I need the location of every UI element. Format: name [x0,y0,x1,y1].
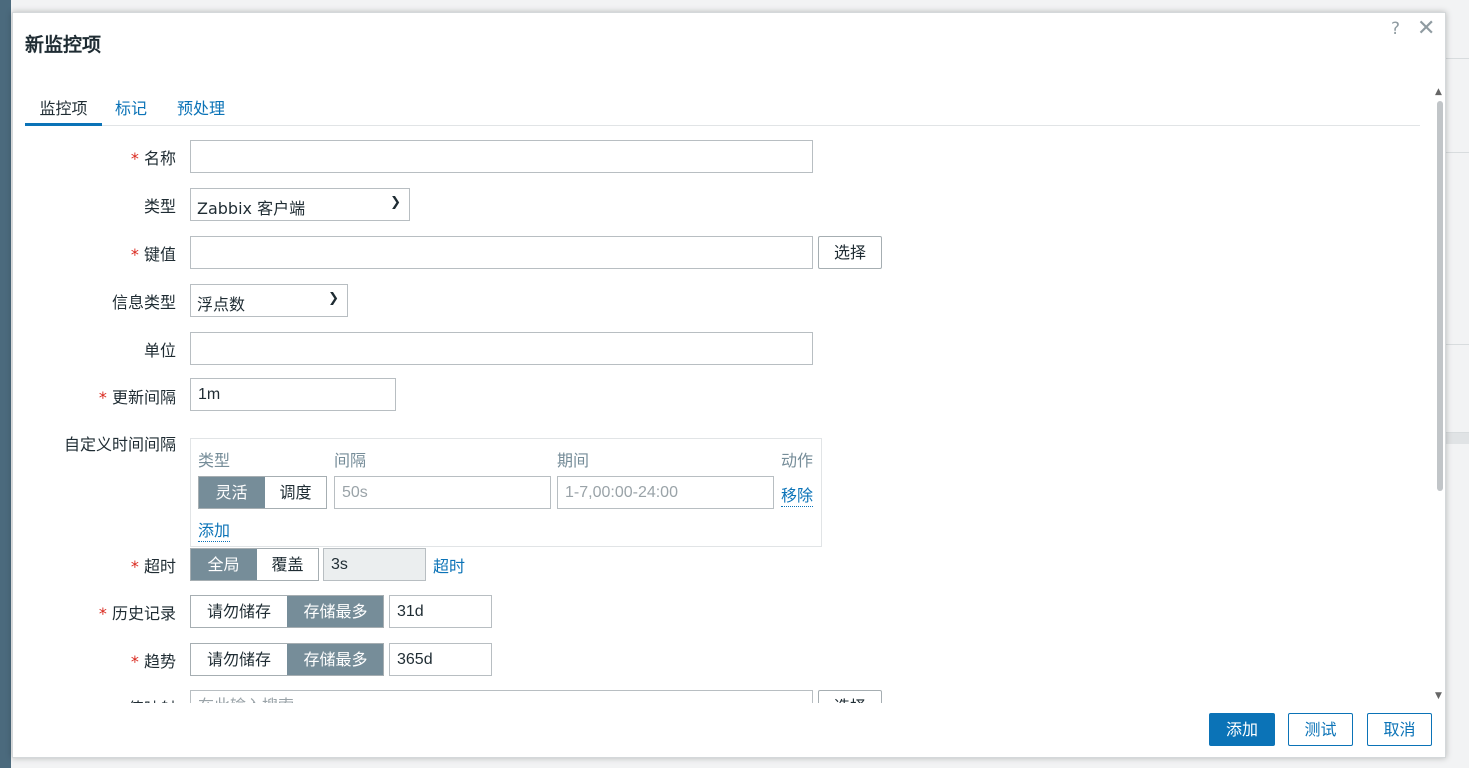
dialog-title: 新监控项 [25,34,102,56]
value-map-select-button[interactable]: 选择 [818,690,882,703]
key-select-button[interactable]: 选择 [818,236,882,269]
timeout-input [323,548,426,581]
trends-toggle: 请勿储存 存储最多 [190,643,384,676]
background-divider [1446,432,1469,444]
cancel-button[interactable]: 取消 [1367,713,1432,746]
tab-tags[interactable]: 标记 [115,93,147,126]
type-label: 类型 [143,197,176,216]
name-label: 名称 [131,145,176,169]
update-interval-label: 更新间隔 [99,384,176,408]
info-type-select-value: 浮点数 [197,295,246,314]
history-label: 历史记录 [99,600,176,624]
history-do-not-store[interactable]: 请勿储存 [191,596,287,627]
scrollbar[interactable]: ▲ ▼ [1435,87,1445,701]
background-divider [1446,152,1469,153]
info-type-label: 信息类型 [111,293,176,312]
value-map-input[interactable] [190,690,813,703]
background-divider [1446,344,1469,345]
background-sidebar [0,0,11,768]
custom-intervals-label: 自定义时间间隔 [63,435,176,454]
trends-label: 趋势 [131,648,176,672]
tab-preprocessing[interactable]: 预处理 [177,93,225,126]
scroll-down-icon[interactable]: ▼ [1435,691,1442,701]
tab-item[interactable]: 监控项 [25,93,102,126]
trends-input[interactable] [389,643,492,676]
interval-type-scheduling[interactable]: 调度 [264,477,326,508]
period-input[interactable] [557,476,774,509]
units-label: 单位 [143,341,176,360]
interval-type-flexible[interactable]: 灵活 [199,477,264,508]
interval-input[interactable] [334,476,551,509]
key-label: 键值 [131,241,176,265]
key-input[interactable] [190,236,813,269]
name-input[interactable] [190,140,813,173]
custom-intervals-header-interval: 间隔 [334,451,367,470]
chevron-down-icon: ❯ [328,291,339,306]
history-toggle: 请勿储存 存储最多 [190,595,384,628]
dialog-footer: 添加 测试 取消 [13,703,1445,759]
new-item-dialog: 新监控项 ? ✕ 监控项 标记 预处理 名称 类型 Zabbix 客户端 ❯ 键… [12,12,1446,758]
background-divider [1446,58,1469,59]
test-button[interactable]: 测试 [1288,713,1353,746]
timeout-link[interactable]: 超时 [433,553,465,577]
scroll-up-icon[interactable]: ▲ [1435,87,1442,97]
form-scroll-area[interactable]: 名称 类型 Zabbix 客户端 ❯ 键值 选择 信息类型 浮点数 ❯ 单位 更… [13,127,1433,703]
timeout-toggle: 全局 覆盖 [190,548,319,581]
remove-interval-link[interactable]: 移除 [781,482,814,507]
timeout-label: 超时 [131,553,176,577]
custom-intervals-header-period: 期间 [557,451,590,470]
trends-do-not-store[interactable]: 请勿储存 [191,644,287,675]
timeout-override[interactable]: 覆盖 [256,549,318,580]
update-interval-input[interactable] [190,378,396,411]
add-interval-link[interactable]: 添加 [198,517,231,542]
custom-intervals-table: 类型 间隔 期间 动作 灵活 调度 移除 添加 [190,438,822,547]
custom-intervals-header-type: 类型 [198,451,231,470]
tab-bar: 监控项 标记 预处理 [25,93,1420,126]
type-select[interactable]: Zabbix 客户端 ❯ [190,188,410,221]
chevron-down-icon: ❯ [390,195,401,210]
scrollbar-thumb[interactable] [1437,101,1443,491]
info-type-select[interactable]: 浮点数 ❯ [190,284,348,317]
interval-type-toggle: 灵活 调度 [198,476,327,509]
value-map-label: 值映射 [128,695,176,703]
close-icon[interactable]: ✕ [1417,17,1435,41]
trends-store-up-to[interactable]: 存储最多 [287,644,383,675]
timeout-global[interactable]: 全局 [191,549,256,580]
help-icon[interactable]: ? [1391,19,1400,39]
units-input[interactable] [190,332,813,365]
add-button[interactable]: 添加 [1209,713,1275,746]
custom-intervals-header-action: 动作 [781,451,814,470]
type-select-value: Zabbix 客户端 [197,199,306,218]
history-store-up-to[interactable]: 存储最多 [287,596,383,627]
history-input[interactable] [389,595,492,628]
